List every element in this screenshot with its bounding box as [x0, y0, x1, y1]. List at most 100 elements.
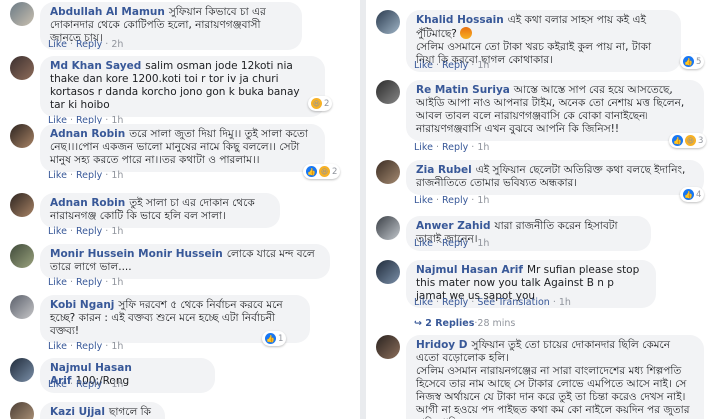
reaction-summary[interactable]: 👍 1	[262, 331, 287, 346]
avatar[interactable]	[10, 124, 34, 148]
commenter-name[interactable]: Adnan Robin	[50, 197, 125, 209]
separator: ·	[105, 379, 109, 390]
separator: ·	[471, 60, 475, 71]
avatar[interactable]	[10, 358, 34, 382]
reply-link[interactable]: Reply	[76, 226, 102, 237]
comment-bubble: Zia Rubel এই সুফিয়ান ছেলেটা অতিরিক্ত কথা…	[406, 160, 704, 195]
comment-actions: Like · Reply · 1h	[48, 379, 123, 390]
reply-link[interactable]: Reply	[442, 142, 468, 153]
separator: ·	[69, 379, 73, 390]
comment-time[interactable]: 1h	[559, 297, 571, 308]
reaction-summary[interactable]: 👍 😆 3	[669, 133, 707, 148]
comments-panel-right: Khalid Hossain এই কথা বলার সাহস পায় কই এ…	[366, 0, 725, 419]
comment-time[interactable]: 1h	[477, 142, 489, 153]
separator: ·	[471, 238, 475, 249]
comment-time[interactable]: 1h	[111, 341, 123, 352]
separator: ·	[435, 142, 439, 153]
comment-time[interactable]: 1h	[477, 195, 489, 206]
separator: ·	[435, 60, 439, 71]
avatar[interactable]	[10, 244, 34, 268]
comment-actions: Like · Reply · 1h	[48, 277, 123, 288]
commenter-name[interactable]: Md Khan Sayed	[50, 60, 141, 72]
comment-actions: Like · Reply · See Translation · 1h	[414, 297, 571, 308]
reply-link[interactable]: Reply	[442, 297, 468, 308]
comment-time[interactable]: 1h	[111, 170, 123, 181]
commenter-name[interactable]: Kobi Nganj	[50, 299, 114, 311]
reply-link[interactable]: Reply	[76, 277, 102, 288]
like-link[interactable]: Like	[48, 379, 67, 390]
avatar[interactable]	[10, 2, 34, 26]
commenter-name[interactable]: Abdullah Al Mamun	[50, 6, 165, 18]
comment-time[interactable]: 2h	[111, 39, 123, 50]
like-icon: 👍	[672, 135, 683, 146]
separator: ·	[69, 170, 73, 181]
separator: ·	[471, 195, 475, 206]
separator: ·	[69, 39, 73, 50]
haha-icon: 😆	[311, 98, 322, 109]
like-link[interactable]: Like	[414, 195, 433, 206]
reply-link[interactable]: Reply	[76, 39, 102, 50]
reaction-summary[interactable]: 👍 5	[680, 54, 705, 69]
like-icon: 👍	[683, 56, 694, 67]
commenter-name[interactable]: Monir Hussein Monir Hussein	[50, 248, 223, 260]
avatar[interactable]	[376, 10, 400, 34]
avatar[interactable]	[10, 56, 34, 80]
avatar[interactable]	[376, 216, 400, 240]
see-translation-link[interactable]: See Translation	[477, 297, 550, 308]
avatar[interactable]	[376, 80, 400, 104]
commenter-name[interactable]: Najmul Hasan Arif	[416, 264, 523, 276]
avatar[interactable]	[376, 260, 400, 284]
comment-bubble: Adnan Robin তুই সালা চা এর দোকান থেকে নার…	[40, 193, 280, 228]
commenter-name[interactable]: Khalid Hossain	[416, 14, 504, 26]
commenter-name[interactable]: Hridoy D	[416, 339, 468, 351]
replies-count: 2 Replies	[425, 318, 475, 329]
reply-link[interactable]: Reply	[442, 238, 468, 249]
comment-actions: Like · Reply · 1h	[414, 60, 489, 71]
comment-time[interactable]: 1h	[111, 226, 123, 237]
haha-icon: 😆	[319, 166, 330, 177]
reply-link[interactable]: Reply	[76, 341, 102, 352]
comment-bubble: Re Matin Suriya আস্তে আস্তে সাপ বের হয়ে …	[406, 80, 704, 141]
commenter-name[interactable]: Kazi Ujjal	[50, 406, 105, 418]
like-link[interactable]: Like	[414, 60, 433, 71]
like-icon: 👍	[306, 166, 317, 177]
comment-actions: Like · Reply · 1h	[48, 170, 123, 181]
like-link[interactable]: Like	[48, 226, 67, 237]
avatar[interactable]	[10, 295, 34, 319]
comment-actions: Like · Reply · 1h	[414, 238, 489, 249]
comment-actions: Like · Reply · 1h	[414, 142, 489, 153]
separator: ·	[69, 277, 73, 288]
like-link[interactable]: Like	[48, 277, 67, 288]
avatar[interactable]	[10, 193, 34, 217]
comment-time[interactable]: 1h	[111, 379, 123, 390]
comment-time[interactable]: 1h	[477, 238, 489, 249]
reply-link[interactable]: Reply	[76, 379, 102, 390]
like-link[interactable]: Like	[414, 142, 433, 153]
like-link[interactable]: Like	[414, 238, 433, 249]
view-replies-link[interactable]: ↪ 2 Replies·28 mins	[414, 318, 515, 329]
reply-link[interactable]: Reply	[442, 60, 468, 71]
like-link[interactable]: Like	[48, 170, 67, 181]
reaction-summary[interactable]: 😆 2	[308, 96, 333, 111]
avatar[interactable]	[376, 160, 400, 184]
like-link[interactable]: Like	[48, 341, 67, 352]
reaction-summary[interactable]: 👍 4	[680, 187, 705, 202]
comment-time[interactable]: 1h	[111, 277, 123, 288]
separator: ·	[69, 226, 73, 237]
commenter-name[interactable]: Zia Rubel	[416, 164, 472, 176]
replies-time: 28 mins	[477, 318, 516, 329]
commenter-name[interactable]: Anwer Zahid	[416, 220, 491, 232]
comment-time[interactable]: 1h	[477, 60, 489, 71]
comment-bubble: Kazi Ujjalছাগলে কি কয়	[40, 402, 165, 419]
like-link[interactable]: Like	[48, 39, 67, 50]
comment-actions: Like · Reply · 1h	[48, 226, 123, 237]
reply-link[interactable]: Reply	[442, 195, 468, 206]
commenter-name[interactable]: Re Matin Suriya	[416, 84, 510, 96]
reaction-summary[interactable]: 👍 😆 2	[303, 164, 341, 179]
avatar[interactable]	[376, 335, 400, 359]
reply-link[interactable]: Reply	[76, 170, 102, 181]
commenter-name[interactable]: Adnan Robin	[50, 128, 125, 140]
reaction-count: 1	[278, 333, 284, 344]
avatar[interactable]	[10, 402, 34, 419]
like-link[interactable]: Like	[414, 297, 433, 308]
